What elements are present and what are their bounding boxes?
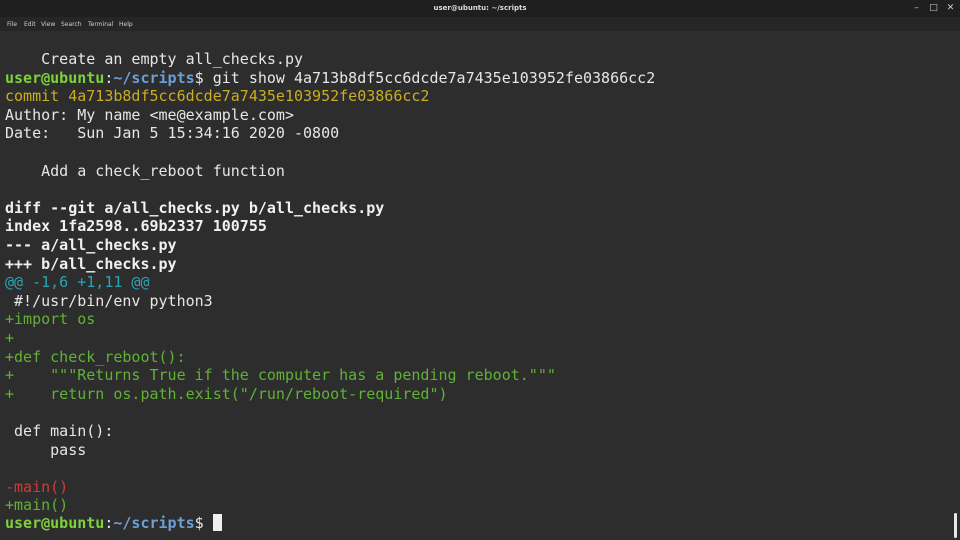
active-prompt-line[interactable]: user@ubuntu:~/scripts$ <box>5 514 222 533</box>
prompt-user: user@ubuntu <box>5 68 105 87</box>
menu-search[interactable]: Search <box>61 21 82 28</box>
diff-hunk-header: @@ -1,6 +1,11 @@ <box>5 273 150 292</box>
menu-bar: File Edit View Search Terminal Help <box>0 17 960 31</box>
diff-old-file-line: --- a/all_checks.py <box>5 236 177 254</box>
diff-added-line: +import os <box>5 310 96 329</box>
menu-help[interactable]: Help <box>119 21 133 28</box>
author-line: Author: My name <me@example.com> <box>5 105 294 124</box>
commit-line: commit 4a713b8df5cc6dcde7a7435e103952fe0… <box>5 87 430 106</box>
diff-added-line: +def check_reboot(): <box>5 347 186 366</box>
menu-terminal[interactable]: Terminal <box>88 21 113 28</box>
text-cursor <box>212 514 222 531</box>
menu-view[interactable]: View <box>41 21 55 28</box>
window-title: user@ubuntu: ~/scripts <box>433 4 527 12</box>
scrollbar-thumb[interactable] <box>954 513 957 538</box>
scrollbar[interactable] <box>950 33 960 540</box>
terminal-window: user@ubuntu: ~/scripts – □ ✕ File Edit V… <box>0 0 960 540</box>
diff-removed-line: -main() <box>5 477 69 496</box>
date-line: Date: Sun Jan 5 15:34:16 2020 -0800 <box>5 124 340 143</box>
diff-context-line: #!/usr/bin/env python3 <box>5 291 213 310</box>
minimize-button[interactable]: – <box>911 3 922 14</box>
diff-added-line: + <box>5 329 15 347</box>
maximize-button[interactable]: □ <box>928 3 939 14</box>
prompt-symbol: $ <box>194 514 213 532</box>
diff-context-line: def main(): <box>5 422 114 440</box>
prompt-path: ~/scripts <box>113 68 195 87</box>
diff-added-line: + """Returns True if the computer has a … <box>5 366 556 385</box>
prompt-symbol: $ <box>194 68 213 87</box>
command-text: git show 4a713b8df5cc6dcde7a7435e103952f… <box>212 68 656 87</box>
diff-added-line: + return os.path.exist("/run/reboot-requ… <box>5 384 448 403</box>
prompt-user: user@ubuntu <box>5 514 105 532</box>
diff-new-file-line: +++ b/all_checks.py <box>5 254 177 273</box>
menu-edit[interactable]: Edit <box>24 21 36 28</box>
title-bar[interactable]: user@ubuntu: ~/scripts – □ ✕ <box>0 0 960 17</box>
menu-file[interactable]: File <box>7 21 17 28</box>
prompt-path: ~/scripts <box>113 514 195 532</box>
terminal-output[interactable]: Create an empty all_checks.py user@ubunt… <box>0 33 950 540</box>
diff-header-line: diff --git a/all_checks.py b/all_checks.… <box>5 198 385 217</box>
commit-message-line: Add a check_reboot function <box>5 161 285 180</box>
command-prompt-line: user@ubuntu:~/scripts$ git show 4a713b8d… <box>5 69 655 88</box>
diff-context-line: pass <box>5 440 87 459</box>
diff-index-line: index 1fa2598..69b2337 100755 <box>5 217 267 236</box>
close-button[interactable]: ✕ <box>945 3 956 14</box>
output-line: Create an empty all_checks.py <box>5 50 304 68</box>
diff-added-line: +main() <box>5 496 69 515</box>
